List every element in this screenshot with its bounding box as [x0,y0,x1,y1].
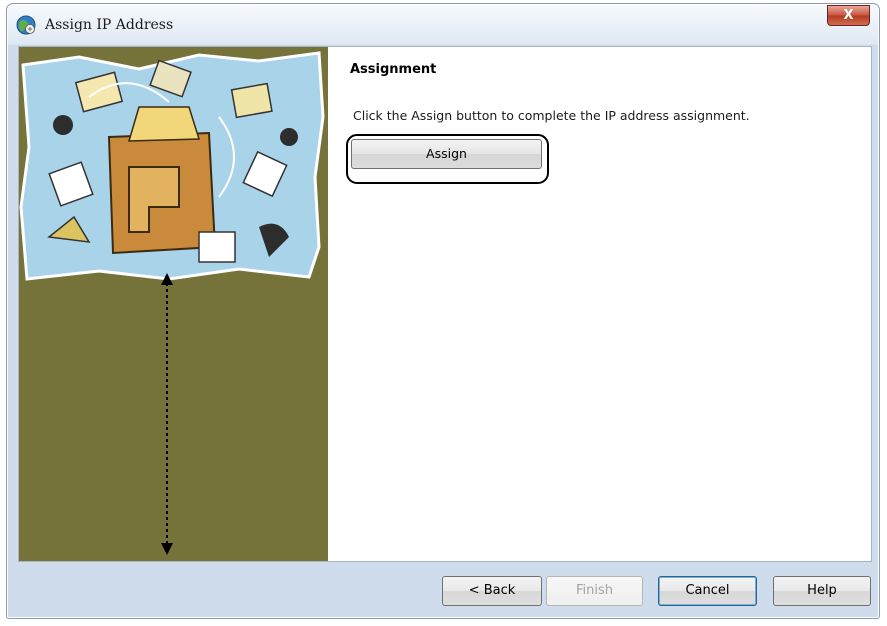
close-icon: X [843,8,854,23]
title-bar: Assign IP Address X [7,4,879,42]
close-button[interactable]: X [827,5,870,26]
wizard-window: Assign IP Address X Assignment Click the… [6,3,880,619]
content-pane: Assignment Click the Assign button to co… [328,47,871,561]
window-title: Assign IP Address [45,17,174,33]
help-button[interactable]: Help [773,576,871,606]
assign-button[interactable]: Assign [351,139,542,169]
finish-button[interactable]: Finish [546,576,643,606]
instruction-text: Click the Assign button to complete the … [353,108,750,123]
vertical-dimension-arrow [161,273,173,555]
back-button[interactable]: < Back [442,576,542,606]
wizard-footer: < Back Finish Cancel Help [18,562,872,616]
side-panel [19,47,328,561]
globe-network-icon [16,15,36,35]
page-heading: Assignment [350,62,437,77]
cancel-button[interactable]: Cancel [658,576,757,606]
wizard-illustration [19,51,325,281]
wizard-body: Assignment Click the Assign button to co… [18,46,872,562]
